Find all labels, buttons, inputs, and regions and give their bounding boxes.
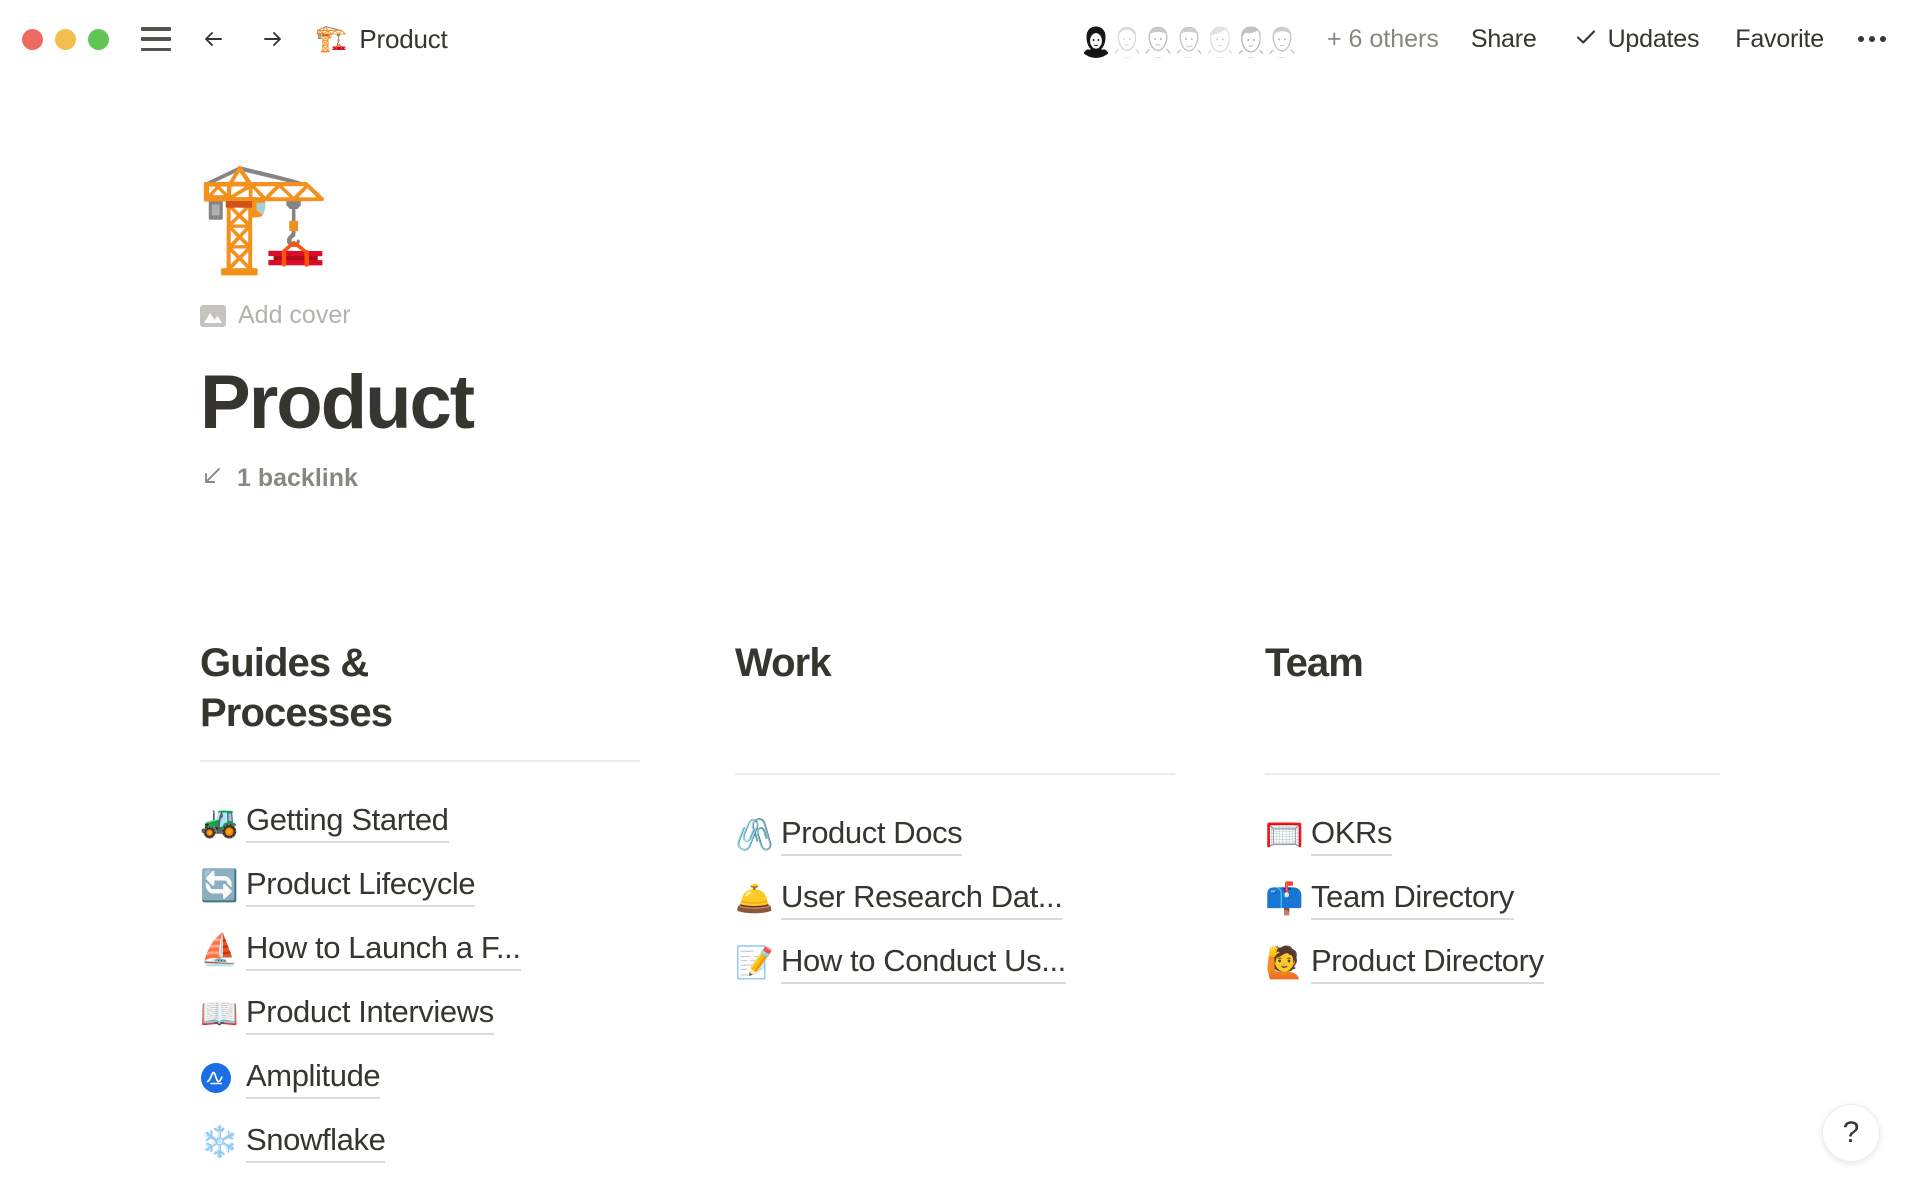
amplitude-logo-icon (200, 1062, 246, 1094)
page-title[interactable]: Product (200, 363, 1760, 443)
back-arrow-icon[interactable] (199, 24, 229, 54)
refresh-icon: 🔄 (200, 871, 246, 902)
page-header-block: 🏗️ Add cover Product 1 backlink (200, 78, 1760, 493)
collaborator-avatars[interactable] (1077, 20, 1301, 58)
updates-button[interactable]: Updates (1555, 18, 1718, 60)
others-count-label[interactable]: + 6 others (1327, 25, 1439, 54)
list-item-label[interactable]: OKRs (1311, 815, 1392, 856)
column-team: Team 🥅 OKRs 📫 Team Directory 🙋 Product D… (1265, 638, 1720, 1174)
updates-label: Updates (1608, 25, 1700, 53)
snowflake-icon: ❄️ (200, 1127, 246, 1158)
column-divider (1265, 773, 1720, 775)
window-controls (22, 29, 109, 50)
list-item[interactable]: 📫 Team Directory (1265, 867, 1720, 931)
tractor-icon: 🚜 (200, 807, 246, 838)
forward-arrow-icon[interactable] (257, 24, 287, 54)
column-divider (200, 760, 640, 762)
bellhop-bell-icon: 🛎️ (735, 884, 781, 915)
column-guides-processes: Guides & Processes 🚜 Getting Started 🔄 P… (200, 638, 640, 1174)
breadcrumb[interactable]: 🏗️ Product (315, 24, 448, 55)
list-item-label[interactable]: Amplitude (246, 1058, 380, 1099)
list-item[interactable]: 🔄 Product Lifecycle (200, 854, 640, 918)
list-item[interactable]: 📝 How to Conduct Us... (735, 931, 1175, 995)
image-icon (200, 304, 226, 328)
sailboat-icon: ⛵ (200, 935, 246, 966)
list-item-label[interactable]: How to Launch a F... (246, 930, 521, 971)
link-list: 🥅 OKRs 📫 Team Directory 🙋 Product Direct… (1265, 803, 1720, 995)
close-window-button[interactable] (22, 29, 43, 50)
mailbox-icon: 📫 (1265, 884, 1311, 915)
column-heading: Work (735, 638, 1065, 688)
list-item[interactable]: 📖 Product Interviews (200, 982, 640, 1046)
list-item-label[interactable]: Product Lifecycle (246, 866, 475, 907)
paperclip-icon: 🖇️ (735, 820, 781, 851)
memo-icon: 📝 (735, 948, 781, 979)
open-book-icon: 📖 (200, 999, 246, 1030)
breadcrumb-label: Product (359, 24, 447, 55)
check-icon (1573, 24, 1599, 50)
crane-icon: 🏗️ (315, 26, 347, 52)
link-list: 🖇️ Product Docs 🛎️ User Research Dat... … (735, 803, 1175, 995)
list-item[interactable]: ❄️ Snowflake (200, 1110, 640, 1174)
list-item-label[interactable]: Product Directory (1311, 943, 1544, 984)
avatar[interactable] (1263, 20, 1301, 58)
list-item[interactable]: 🛎️ User Research Dat... (735, 867, 1175, 931)
minimize-window-button[interactable] (55, 29, 76, 50)
list-item[interactable]: 🥅 OKRs (1265, 803, 1720, 867)
list-item-label[interactable]: Team Directory (1311, 879, 1514, 920)
sidebar-toggle-icon[interactable] (141, 27, 171, 51)
help-label: ? (1843, 1118, 1860, 1148)
add-cover-label: Add cover (238, 301, 351, 330)
backlink-arrow-icon (200, 464, 224, 493)
list-item[interactable]: 🚜 Getting Started (200, 790, 640, 854)
list-item[interactable]: 🖇️ Product Docs (735, 803, 1175, 867)
backlink-label: 1 backlink (237, 464, 358, 493)
titlebar-menu: Share Updates Favorite (1453, 18, 1920, 60)
crane-icon[interactable]: 🏗️ (196, 163, 1760, 293)
link-list: 🚜 Getting Started 🔄 Product Lifecycle ⛵ … (200, 790, 640, 1174)
list-item-label[interactable]: How to Conduct Us... (781, 943, 1066, 984)
window-titlebar: 🏗️ Product (0, 0, 1920, 78)
column-work: Work 🖇️ Product Docs 🛎️ User Research Da… (735, 638, 1175, 1174)
list-item[interactable]: Amplitude (200, 1046, 640, 1110)
raising-hand-icon: 🙋 (1265, 948, 1311, 979)
list-item-label[interactable]: User Research Dat... (781, 879, 1062, 920)
more-options-icon[interactable] (1842, 30, 1908, 48)
list-item-label[interactable]: Product Docs (781, 815, 962, 856)
column-heading: Team (1265, 638, 1595, 688)
favorite-button[interactable]: Favorite (1717, 19, 1842, 60)
column-heading: Guides & Processes (200, 638, 530, 738)
column-list: Guides & Processes 🚜 Getting Started 🔄 P… (200, 638, 1760, 1174)
list-item-label[interactable]: Getting Started (246, 802, 449, 843)
maximize-window-button[interactable] (88, 29, 109, 50)
list-item[interactable]: 🙋 Product Directory (1265, 931, 1720, 995)
add-cover-button[interactable]: Add cover (200, 301, 351, 330)
list-item-label[interactable]: Product Interviews (246, 994, 494, 1035)
backlink-button[interactable]: 1 backlink (200, 464, 358, 493)
list-item-label[interactable]: Snowflake (246, 1122, 385, 1163)
list-item[interactable]: ⛵ How to Launch a F... (200, 918, 640, 982)
column-divider (735, 773, 1175, 775)
share-button[interactable]: Share (1453, 19, 1555, 60)
goal-net-icon: 🥅 (1265, 820, 1311, 851)
page-body: 🏗️ Add cover Product 1 backlink Guid (0, 78, 1920, 1200)
help-button[interactable]: ? (1822, 1104, 1880, 1162)
